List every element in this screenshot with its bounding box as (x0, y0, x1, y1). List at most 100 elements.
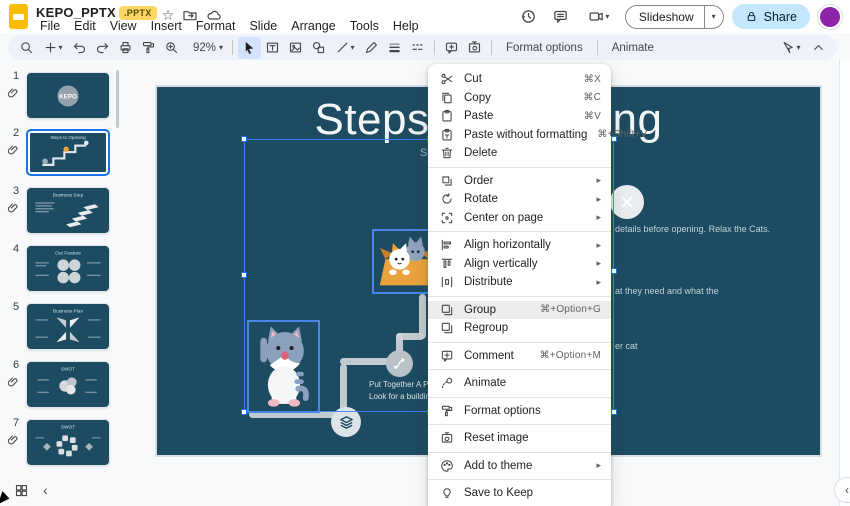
menu-slide[interactable]: Slide (242, 18, 284, 34)
menu-edit[interactable]: Edit (67, 18, 103, 34)
redo-icon[interactable] (91, 37, 114, 59)
menu-format[interactable]: Format (189, 18, 243, 34)
border-weight-icon[interactable] (383, 37, 406, 59)
zoom-icon[interactable] (160, 37, 183, 59)
slide-text-fragment[interactable]: details before opening. Relax the Cats. (615, 224, 770, 234)
menu-arrange[interactable]: Arrange (284, 18, 342, 34)
menu-item-distribute[interactable]: Distribute▸ (428, 273, 611, 292)
menu-item-save-to-keep[interactable]: Save to Keep (428, 484, 611, 503)
menu-item-order[interactable]: Order▸ (428, 172, 611, 191)
search-menus-icon[interactable] (15, 37, 38, 59)
slides-app-icon[interactable] (9, 4, 28, 29)
menu-file[interactable]: File (33, 18, 67, 34)
comments-icon[interactable] (549, 5, 573, 29)
menu-item-comment[interactable]: Comment⌘+Option+M (428, 347, 611, 366)
menu-help[interactable]: Help (386, 18, 426, 34)
share-button[interactable]: Share (732, 4, 810, 29)
thumb-title: Business Step (53, 193, 84, 199)
share-label: Share (764, 10, 797, 24)
slideshow-label: Slideshow (626, 10, 704, 24)
slide-thumbnail-1[interactable]: KEPO (26, 72, 110, 119)
hide-menus-icon[interactable] (807, 37, 830, 59)
menu-item-regroup[interactable]: Regroup (428, 319, 611, 338)
insert-line-icon[interactable]: ▾ (330, 37, 360, 59)
toolbar-separator (597, 40, 598, 55)
submenu-arrow-icon: ▸ (596, 194, 601, 205)
selection-handle[interactable] (611, 409, 617, 415)
slide-text-fragment[interactable]: at they need and what the (615, 286, 719, 296)
selection-handle[interactable] (611, 268, 617, 274)
menu-item-align-horizontally[interactable]: Align horizontally▸ (428, 236, 611, 255)
zoom-level-select[interactable]: 92%▾ (183, 37, 227, 59)
menu-item-paste[interactable]: Paste⌘V (428, 107, 611, 126)
menu-separator (428, 452, 611, 453)
print-icon[interactable] (114, 37, 137, 59)
slide-thumbnail-5[interactable]: Business Plan (26, 303, 110, 350)
slide-number: 7 (8, 417, 24, 429)
menu-separator (428, 479, 611, 480)
collapse-filmstrip-icon[interactable]: ‹ (43, 482, 48, 498)
meet-call-button[interactable]: ▾ (581, 5, 617, 29)
menu-item-animate[interactable]: Animate (428, 374, 611, 393)
grid-view-icon[interactable] (14, 483, 29, 498)
select-tool-icon[interactable] (238, 37, 261, 59)
caret-down-icon: ▾ (712, 13, 716, 21)
menu-item-center-on-page[interactable]: Center on page▸ (428, 209, 611, 228)
menu-item-add-to-theme[interactable]: Add to theme▸ (428, 457, 611, 476)
slideshow-button[interactable]: Slideshow ▾ (625, 5, 724, 29)
slideshow-dropdown[interactable]: ▾ (704, 6, 723, 28)
slide-number: 1 (8, 70, 24, 82)
slide-thumbnail-2[interactable]: Steps to Opening (26, 129, 110, 176)
insert-comment-icon[interactable] (440, 37, 463, 59)
slide-thumbnail-7[interactable]: SWOT (26, 419, 110, 466)
toolbar-separator (491, 40, 492, 55)
expand-sidebar-button[interactable]: ‹ (834, 477, 850, 503)
slide-thumbnail-4[interactable]: Our Feature (26, 245, 110, 292)
version-history-icon[interactable] (517, 5, 541, 29)
menu-item-format-options[interactable]: Format options (428, 402, 611, 421)
menu-item-paste-without-formatting[interactable]: Paste without formatting⌘+Shift+V (428, 126, 611, 145)
undo-icon[interactable] (68, 37, 91, 59)
right-panel-strip (839, 59, 850, 506)
selection-handle[interactable] (241, 272, 247, 278)
submenu-arrow-icon: ▸ (596, 258, 601, 269)
pointer-mode-button[interactable]: ▾ (775, 37, 807, 59)
link-clip-icon (6, 201, 20, 215)
insert-image-icon[interactable] (284, 37, 307, 59)
menu-item-copy[interactable]: Copy⌘C (428, 89, 611, 108)
waving-cat-image[interactable] (247, 320, 320, 413)
text-box-tool-icon[interactable] (261, 37, 284, 59)
menu-item-rotate[interactable]: Rotate▸ (428, 190, 611, 209)
insert-shape-icon[interactable] (307, 37, 330, 59)
slide-thumbnail-6[interactable]: SWOT (26, 361, 110, 408)
menu-item-align-vertically[interactable]: Align vertically▸ (428, 255, 611, 274)
submenu-arrow-icon: ▸ (596, 240, 601, 251)
border-color-icon[interactable] (360, 37, 383, 59)
menu-view[interactable]: View (103, 18, 144, 34)
slide-number: 5 (8, 301, 24, 313)
animate-button[interactable]: Animate (603, 42, 663, 54)
menu-separator (428, 167, 611, 168)
menu-insert[interactable]: Insert (144, 18, 189, 34)
menu-item-cut[interactable]: Cut⌘X (428, 70, 611, 89)
menu-separator (428, 424, 611, 425)
new-slide-button[interactable]: ▾ (38, 37, 68, 59)
slide-thumbnail-3[interactable]: Business Step (26, 187, 110, 234)
format-options-button[interactable]: Format options (497, 42, 592, 54)
menu-tools[interactable]: Tools (343, 18, 386, 34)
border-dash-icon[interactable] (406, 37, 429, 59)
menu-item-reset-image[interactable]: Reset image (428, 429, 611, 448)
menu-item-group[interactable]: Group⌘+Option+G (428, 301, 611, 320)
filmstrip-scrollbar[interactable] (116, 70, 119, 128)
menu-separator (428, 296, 611, 297)
menu-bar: File Edit View Insert Format Slide Arran… (33, 18, 426, 34)
thumb-title: SWOT (61, 367, 75, 373)
replace-image-icon[interactable] (463, 37, 486, 59)
caret-down-icon: ▾ (219, 44, 223, 52)
selection-handle[interactable] (241, 136, 247, 142)
menu-item-delete[interactable]: Delete (428, 144, 611, 163)
slide-text-fragment[interactable]: er cat (615, 341, 638, 351)
finish-milestone-icon[interactable] (610, 185, 644, 219)
paint-format-icon[interactable] (137, 37, 160, 59)
account-avatar[interactable] (818, 5, 842, 29)
